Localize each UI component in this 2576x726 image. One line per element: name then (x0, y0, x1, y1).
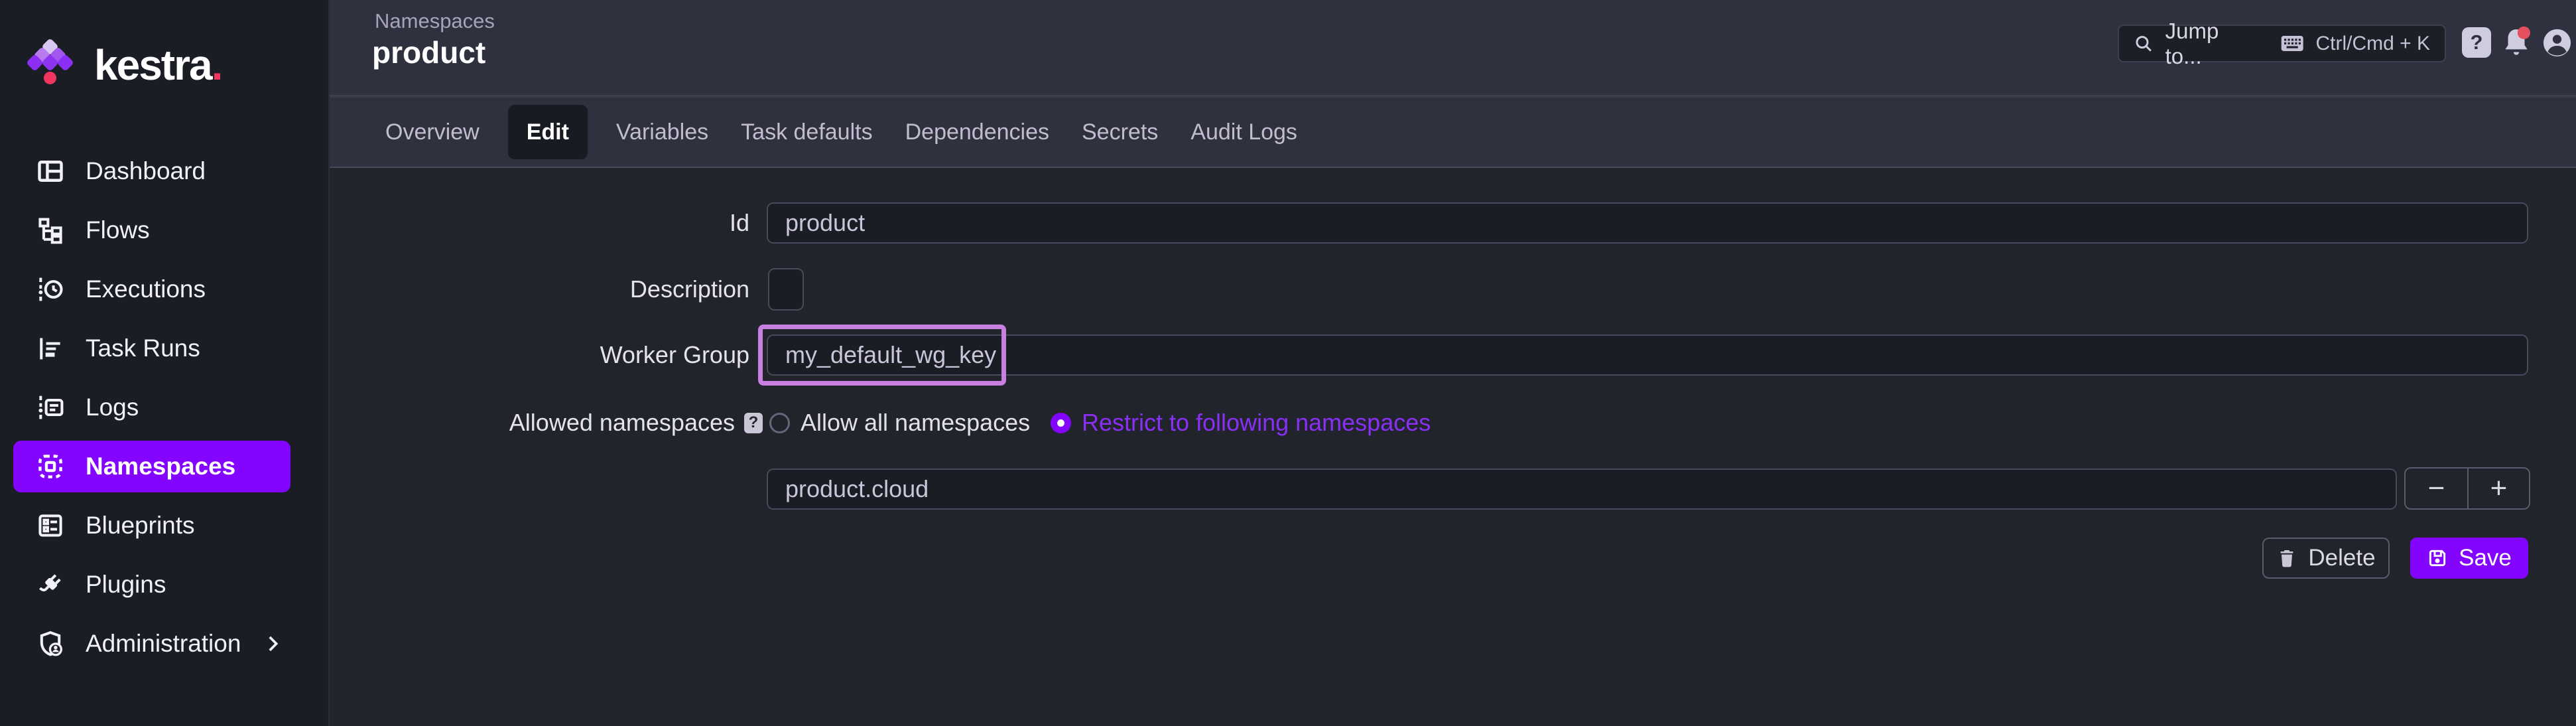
sidebar-item-plugins[interactable]: Plugins (13, 559, 290, 611)
description-input[interactable] (768, 268, 804, 311)
sidebar-item-task-runs[interactable]: Task Runs (13, 323, 290, 374)
administration-icon (36, 629, 65, 658)
dashboard-icon (36, 157, 65, 186)
sidebar-item-label: Dashboard (86, 157, 206, 185)
sidebar-nav: Dashboard Flows Executions Task Runs Log… (0, 139, 328, 677)
tab-edit[interactable]: Edit (508, 105, 588, 159)
tab-dependencies[interactable]: Dependencies (905, 119, 1049, 145)
sidebar-item-logs[interactable]: Logs (13, 382, 290, 433)
sidebar-item-executions[interactable]: Executions (13, 263, 290, 315)
save-icon (2427, 547, 2448, 569)
id-input[interactable] (767, 202, 2528, 244)
delete-button[interactable]: Delete (2262, 538, 2390, 579)
tab-overview[interactable]: Overview (385, 119, 480, 145)
sidebar-item-label: Executions (86, 275, 206, 303)
notifications-bell-icon[interactable] (2500, 25, 2533, 60)
search-icon (2134, 33, 2154, 54)
kestra-logo[interactable]: kestra. (28, 38, 222, 92)
sidebar-item-dashboard[interactable]: Dashboard (13, 145, 290, 197)
allowed-namespaces-label-row: Allowed namespaces ? (330, 408, 763, 437)
namespace-tabs: Overview Edit Variables Task defaults De… (330, 96, 2576, 168)
logo-dot (44, 72, 56, 84)
sidebar-item-flows[interactable]: Flows (13, 204, 290, 256)
chevron-right-icon (261, 632, 284, 655)
sidebar-item-label: Task Runs (86, 334, 200, 362)
trash-icon (2276, 547, 2297, 569)
sidebar-item-label: Plugins (86, 571, 166, 599)
sidebar-item-label: Blueprints (86, 512, 195, 540)
edit-form: Id Description Worker Group Allowed name… (330, 169, 2576, 726)
sidebar-item-namespaces[interactable]: Namespaces (13, 441, 290, 492)
keyboard-icon (2281, 35, 2303, 52)
description-label: Description (330, 275, 749, 304)
kestra-logo-icon (28, 38, 80, 92)
namespace-stepper: − + (2404, 467, 2530, 510)
header-icons: ? (2462, 25, 2573, 60)
task-runs-icon (36, 334, 65, 363)
search-shortcut: Ctrl/Cmd + K (2315, 33, 2430, 55)
help-icon[interactable]: ? (2462, 27, 2491, 58)
sidebar-item-administration[interactable]: Administration (13, 618, 290, 670)
tab-secrets[interactable]: Secrets (1082, 119, 1158, 145)
namespace-value-input[interactable] (767, 469, 2397, 510)
tab-variables[interactable]: Variables (616, 119, 708, 145)
radio-allow-all-namespaces[interactable]: Allow all namespaces (769, 408, 1030, 437)
flows-icon (36, 216, 65, 245)
page-title: product (372, 35, 485, 70)
radio-unchecked-icon (769, 413, 790, 433)
sidebar-item-label: Logs (86, 394, 139, 421)
sidebar-item-label: Administration (86, 630, 241, 658)
tab-task-defaults[interactable]: Task defaults (741, 119, 872, 145)
sidebar-item-label: Flows (86, 216, 150, 244)
breadcrumb[interactable]: Namespaces (375, 9, 495, 33)
plugins-icon (36, 570, 65, 599)
sidebar: kestra. Dashboard Flows Executions Task … (0, 0, 330, 726)
radio-checked-icon (1051, 413, 1071, 433)
save-button[interactable]: Save (2410, 538, 2528, 579)
add-namespace-button[interactable]: + (2467, 469, 2529, 508)
allowed-namespaces-label: Allowed namespaces (509, 409, 735, 437)
remove-namespace-button[interactable]: − (2406, 469, 2467, 508)
search-placeholder: Jump to... (2165, 19, 2257, 69)
jump-to-search[interactable]: Jump to... Ctrl/Cmd + K (2118, 25, 2446, 62)
blueprints-icon (36, 511, 65, 540)
executions-icon (36, 275, 65, 304)
user-avatar[interactable] (2542, 27, 2573, 58)
sidebar-item-label: Namespaces (86, 453, 235, 480)
tab-audit-logs[interactable]: Audit Logs (1191, 119, 1297, 145)
logo-wordmark: kestra. (94, 44, 222, 86)
sidebar-item-blueprints[interactable]: Blueprints (13, 500, 290, 551)
logs-icon (36, 393, 65, 422)
namespaces-icon (36, 452, 65, 481)
id-label: Id (330, 208, 749, 238)
worker-group-input[interactable] (767, 334, 2528, 376)
radio-restrict-namespaces[interactable]: Restrict to following namespaces (1051, 408, 1431, 437)
top-bar: Namespaces product Jump to... Ctrl/Cmd +… (330, 0, 2576, 96)
worker-group-label: Worker Group (330, 340, 749, 370)
help-tooltip-icon[interactable]: ? (744, 413, 763, 433)
